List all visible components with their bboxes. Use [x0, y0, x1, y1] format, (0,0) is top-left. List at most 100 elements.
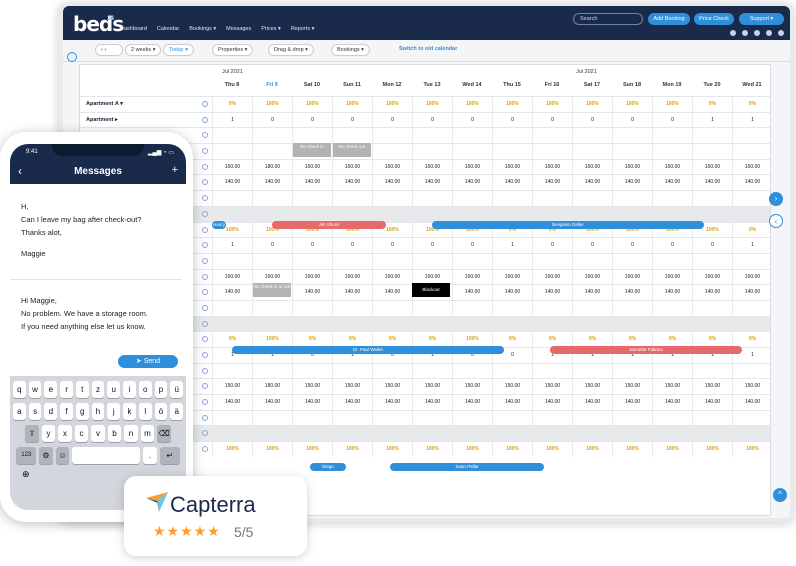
grid-cell[interactable]	[612, 191, 652, 206]
nav-reports[interactable]: Reports ▾	[291, 26, 315, 32]
grid-cell[interactable]	[692, 410, 732, 426]
grid-cell[interactable]: 140.00	[732, 175, 770, 191]
grid-cell[interactable]	[492, 128, 532, 144]
grid-cell[interactable]	[652, 206, 692, 222]
grid-cell[interactable]: 0	[492, 112, 532, 128]
key[interactable]: x	[58, 425, 72, 442]
grid-cell[interactable]	[252, 191, 292, 206]
grid-cell[interactable]	[692, 316, 732, 332]
grid-cell[interactable]	[652, 410, 692, 426]
send-button[interactable]: ➤ Send	[118, 355, 178, 368]
key[interactable]: q	[12, 381, 26, 398]
key[interactable]: o	[138, 381, 152, 398]
grid-cell[interactable]: 0	[252, 112, 292, 128]
key[interactable]: p	[154, 381, 168, 398]
grid-cell[interactable]: 150.00	[452, 269, 492, 285]
grid-cell[interactable]	[372, 363, 412, 379]
grid-cell[interactable]	[252, 300, 292, 316]
grid-cell[interactable]	[412, 300, 452, 316]
nav-messages[interactable]: Messages	[226, 26, 251, 32]
grid-cell[interactable]: 1	[692, 112, 732, 128]
grid-cell[interactable]	[452, 363, 492, 379]
grid-cell[interactable]	[732, 316, 770, 332]
key[interactable]: b	[107, 425, 122, 442]
grid-cell[interactable]	[252, 410, 292, 426]
grid-cell[interactable]: 100%	[572, 442, 612, 457]
grid-cell[interactable]	[212, 363, 252, 379]
grid-cell[interactable]: 140.00	[372, 285, 412, 300]
key[interactable]: r	[60, 381, 73, 398]
grid-cell[interactable]	[452, 253, 492, 269]
grid-cell[interactable]: 0	[572, 238, 612, 253]
grid-cell[interactable]: 140.00	[412, 395, 452, 410]
grid-cell[interactable]	[412, 363, 452, 379]
grid-cell[interactable]: 100%	[732, 442, 770, 457]
grid-cell[interactable]: 100%	[532, 97, 572, 112]
grid-cell[interactable]: 0	[412, 112, 452, 128]
key[interactable]: d	[44, 403, 58, 420]
grid-cell[interactable]: 150.00	[732, 269, 770, 285]
key[interactable]: v	[91, 425, 105, 442]
grid-cell[interactable]	[332, 128, 372, 144]
info-icon[interactable]	[202, 116, 208, 123]
grid-cell[interactable]	[372, 410, 412, 426]
grid-cell[interactable]	[212, 300, 252, 316]
grid-cell[interactable]: 0%	[732, 97, 770, 112]
grid-cell[interactable]: 150.00	[292, 379, 332, 395]
grid-cell[interactable]: 140.00	[692, 175, 732, 191]
grid-cell[interactable]: 1	[212, 238, 252, 253]
grid-cell[interactable]	[572, 300, 612, 316]
grid-cell[interactable]: 150.00	[612, 379, 652, 395]
grid-cell[interactable]	[292, 253, 332, 269]
key[interactable]: ä	[170, 403, 184, 420]
grid-cell[interactable]: 0	[452, 238, 492, 253]
grid-cell[interactable]	[332, 316, 372, 332]
grid-cell[interactable]: 140.00	[732, 285, 770, 300]
grid-cell[interactable]	[532, 206, 572, 222]
grid-cell[interactable]	[692, 144, 732, 159]
grid-cell[interactable]	[372, 191, 412, 206]
grid-cell[interactable]: 180.00	[252, 379, 292, 395]
grid-cell[interactable]: 150.00	[692, 159, 732, 175]
grid-cell[interactable]: 150.00	[212, 159, 252, 175]
grid-cell[interactable]: 150.00	[612, 269, 652, 285]
grid-cell[interactable]: 140.00	[452, 175, 492, 191]
grid-cell[interactable]	[212, 128, 252, 144]
grid-cell[interactable]	[252, 253, 292, 269]
grid-cell[interactable]: 0	[612, 112, 652, 128]
grid-cell[interactable]: 100%	[332, 442, 372, 457]
grid-cell[interactable]: 100%	[452, 442, 492, 457]
grid-cell[interactable]	[612, 128, 652, 144]
grid-cell[interactable]	[212, 426, 252, 442]
grid-cell[interactable]: 0%	[212, 97, 252, 112]
grid-cell[interactable]	[252, 316, 292, 332]
grid-cell[interactable]: 140.00	[372, 395, 412, 410]
backspace-key-icon[interactable]: ⌫	[157, 425, 171, 442]
nav-dashboard[interactable]: Dashboard	[120, 26, 147, 32]
grid-cell[interactable]: 100%	[412, 97, 452, 112]
grid-cell[interactable]: 100%	[252, 97, 292, 112]
info-icon[interactable]	[202, 367, 208, 374]
blackout-block[interactable]: Blackout	[412, 283, 450, 297]
grid-cell[interactable]: 140.00	[292, 175, 332, 191]
key[interactable]: n	[124, 425, 138, 442]
space-key[interactable]	[72, 447, 141, 464]
grid-cell[interactable]: 140.00	[372, 175, 412, 191]
grid-cell[interactable]	[652, 316, 692, 332]
grid-cell[interactable]	[532, 300, 572, 316]
info-icon[interactable]	[202, 414, 208, 421]
nav-prices[interactable]: Prices ▾	[261, 26, 281, 32]
grid-cell[interactable]	[572, 316, 612, 332]
grid-cell[interactable]	[412, 128, 452, 144]
grid-cell[interactable]: 0%	[692, 97, 732, 112]
grid-cell[interactable]: 100%	[492, 442, 532, 457]
info-icon[interactable]	[202, 352, 208, 358]
grid-cell[interactable]	[372, 144, 412, 159]
grid-cell[interactable]	[532, 253, 572, 269]
info-icon[interactable]	[202, 273, 208, 280]
weeks-select[interactable]: 2 weeks ▾	[125, 44, 162, 56]
grid-cell[interactable]: 140.00	[532, 285, 572, 300]
old-calendar-link[interactable]: Switch to old calendar	[399, 46, 457, 52]
grid-cell[interactable]	[532, 191, 572, 206]
grid-cell[interactable]	[372, 128, 412, 144]
